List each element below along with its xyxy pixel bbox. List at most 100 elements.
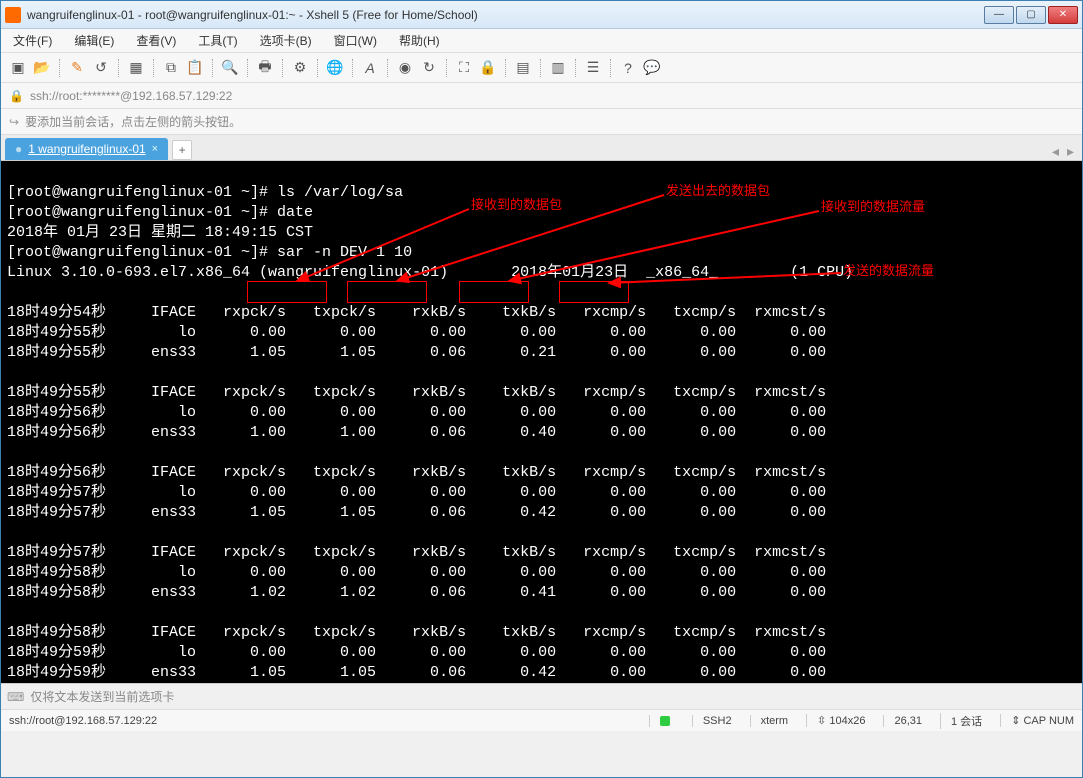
list-icon[interactable]: ☰ <box>584 59 602 77</box>
hint-text: 要添加当前会话，点击左侧的箭头按钮。 <box>25 113 241 130</box>
annotation-label-rxkb: 接收到的数据流量 <box>821 197 925 217</box>
annotation-box-txkb <box>559 281 629 303</box>
menu-edit[interactable]: 编辑(E) <box>70 30 118 51</box>
status-bar: ssh://root@192.168.57.129:22 SSH2 xterm … <box>1 709 1082 731</box>
edit-icon[interactable]: ✎ <box>68 59 86 77</box>
terminal-line: 18时49分56秒 ens33 1.00 1.00 0.06 0.40 0.00… <box>7 424 826 441</box>
tab-add-button[interactable]: + <box>172 140 192 160</box>
paste-icon[interactable]: 📋 <box>186 59 204 77</box>
status-size: ⇳ 104x26 <box>806 714 865 727</box>
terminal-line: 18时49分54秒 IFACE rxpck/s txpck/s rxkB/s t… <box>7 304 826 321</box>
status-connection: ssh://root@192.168.57.129:22 <box>9 715 631 727</box>
terminal-output[interactable]: [root@wangruifenglinux-01 ~]# ls /var/lo… <box>1 161 1082 683</box>
keyboard-icon: ⌨ <box>7 690 24 704</box>
toolbar-separator <box>446 59 447 77</box>
font-icon[interactable]: A <box>361 59 379 77</box>
view-icon[interactable]: ▤ <box>514 59 532 77</box>
terminal-line: 18时49分58秒 ens33 1.02 1.02 0.06 0.41 0.00… <box>7 584 826 601</box>
open-folder-icon[interactable]: 📂 <box>33 59 51 77</box>
annotation-box-txpck <box>347 281 427 303</box>
annotation-label-txpck: 发送出去的数据包 <box>666 181 770 201</box>
menu-bar: 文件(F) 编辑(E) 查看(V) 工具(T) 选项卡(B) 窗口(W) 帮助(… <box>1 29 1082 53</box>
status-indicator <box>649 715 674 727</box>
tab-next-icon[interactable]: ▸ <box>1063 143 1078 160</box>
terminal-line: 18时49分59秒 ens33 1.05 1.05 0.06 0.42 0.00… <box>7 664 826 681</box>
arrow-icon[interactable]: ↪ <box>9 115 19 129</box>
annotation-label-txkb: 发送的数据流量 <box>843 261 934 281</box>
lock-icon[interactable]: 🔒 <box>479 59 497 77</box>
tab-indicator-icon: ● <box>15 142 22 156</box>
close-button[interactable]: ✕ <box>1048 6 1078 24</box>
properties-icon[interactable]: ▦ <box>127 59 145 77</box>
terminal-line: 18时49分55秒 IFACE rxpck/s txpck/s rxkB/s t… <box>7 384 826 401</box>
status-caps: ⇕ CAP NUM <box>1000 714 1074 727</box>
menu-tab[interactable]: 选项卡(B) <box>256 30 316 51</box>
gear-icon[interactable]: ⚙ <box>291 59 309 77</box>
status-proto: SSH2 <box>692 715 732 727</box>
maximize-button[interactable]: ▢ <box>1016 6 1046 24</box>
toolbar: ▣ 📂 ✎ ↺ ▦ ⧉ 📋 🔍 🖶 ⚙ 🌐 A ◉ ↻ ⛶ 🔒 ▤ ▥ ☰ ? … <box>1 53 1082 83</box>
terminal-line: 18时49分59秒 lo 0.00 0.00 0.00 0.00 0.00 0.… <box>7 644 826 661</box>
toolbar-separator <box>387 59 388 77</box>
status-term: xterm <box>750 715 789 727</box>
fullscreen-icon[interactable]: ⛶ <box>455 59 473 77</box>
terminal-line: [root@wangruifenglinux-01 ~]# date <box>7 204 313 221</box>
input-hint: 仅将文本发送到当前选项卡 <box>30 688 174 705</box>
minimize-button[interactable]: — <box>984 6 1014 24</box>
annotation-label-rxpck: 接收到的数据包 <box>471 195 562 215</box>
toolbar-separator <box>505 59 506 77</box>
chat-icon[interactable]: 💬 <box>643 59 661 77</box>
tab-strip: ● 1 wangruifenglinux-01 × + ◂ ▸ <box>1 135 1082 161</box>
app-icon <box>5 7 21 23</box>
tab-prev-icon[interactable]: ◂ <box>1048 143 1063 160</box>
window-titlebar: wangruifenglinux-01 - root@wangruifengli… <box>1 1 1082 29</box>
annotation-box-rxpck <box>247 281 327 303</box>
status-sessions: 1 会话 <box>940 713 982 729</box>
menu-view[interactable]: 查看(V) <box>132 30 180 51</box>
sync-icon[interactable]: ↻ <box>420 59 438 77</box>
terminal-line: Linux 3.10.0-693.el7.x86_64 (wangruifeng… <box>7 264 853 281</box>
terminal-line: 18时49分55秒 lo 0.00 0.00 0.00 0.00 0.00 0.… <box>7 324 826 341</box>
toolbar-separator <box>247 59 248 77</box>
search-icon[interactable]: 🔍 <box>221 59 239 77</box>
toolbar-separator <box>610 59 611 77</box>
hint-bar: ↪ 要添加当前会话，点击左侧的箭头按钮。 <box>1 109 1082 135</box>
address-bar[interactable]: 🔒 ssh://root:********@192.168.57.129:22 <box>1 83 1082 109</box>
help-icon[interactable]: ? <box>619 59 637 77</box>
toolbar-separator <box>352 59 353 77</box>
tab-label: 1 wangruifenglinux-01 <box>28 142 145 156</box>
toolbar-separator <box>212 59 213 77</box>
window-title: wangruifenglinux-01 - root@wangruifengli… <box>27 8 984 22</box>
lock-icon: 🔒 <box>9 89 24 103</box>
session-tab[interactable]: ● 1 wangruifenglinux-01 × <box>5 138 168 160</box>
terminal-line: 18时49分55秒 ens33 1.05 1.05 0.06 0.21 0.00… <box>7 344 826 361</box>
toolbar-separator <box>118 59 119 77</box>
terminal-line: 18时49分57秒 ens33 1.05 1.05 0.06 0.42 0.00… <box>7 504 826 521</box>
toolbar-separator <box>317 59 318 77</box>
toolbar-separator <box>59 59 60 77</box>
text-send-bar[interactable]: ⌨ 仅将文本发送到当前选项卡 <box>1 683 1082 709</box>
menu-window[interactable]: 窗口(W) <box>330 30 381 51</box>
globe-icon[interactable]: 🌐 <box>326 59 344 77</box>
tab-close-icon[interactable]: × <box>152 143 158 155</box>
menu-help[interactable]: 帮助(H) <box>395 30 444 51</box>
copy-icon[interactable]: ⧉ <box>162 59 180 77</box>
terminal-line: 2018年 01月 23日 星期二 18:49:15 CST <box>7 224 313 241</box>
menu-tools[interactable]: 工具(T) <box>194 30 241 51</box>
status-pos: 26,31 <box>883 715 922 727</box>
terminal-line: 18时49分57秒 IFACE rxpck/s txpck/s rxkB/s t… <box>7 544 826 561</box>
terminal-line: [root@wangruifenglinux-01 ~]# ls /var/lo… <box>7 184 403 201</box>
refresh-icon[interactable]: ◉ <box>396 59 414 77</box>
toolbar-separator <box>282 59 283 77</box>
toolbar-separator <box>575 59 576 77</box>
terminal-line: [root@wangruifenglinux-01 ~]# sar -n DEV… <box>7 244 412 261</box>
toolbar-separator <box>540 59 541 77</box>
reconnect-icon[interactable]: ↺ <box>92 59 110 77</box>
annotation-box-rxkb <box>459 281 529 303</box>
new-session-icon[interactable]: ▣ <box>9 59 27 77</box>
print-icon[interactable]: 🖶 <box>256 59 274 77</box>
menu-file[interactable]: 文件(F) <box>9 30 56 51</box>
terminal-line: 18时49分56秒 IFACE rxpck/s txpck/s rxkB/s t… <box>7 464 826 481</box>
terminal-line: 18时49分58秒 IFACE rxpck/s txpck/s rxkB/s t… <box>7 624 826 641</box>
layout-icon[interactable]: ▥ <box>549 59 567 77</box>
